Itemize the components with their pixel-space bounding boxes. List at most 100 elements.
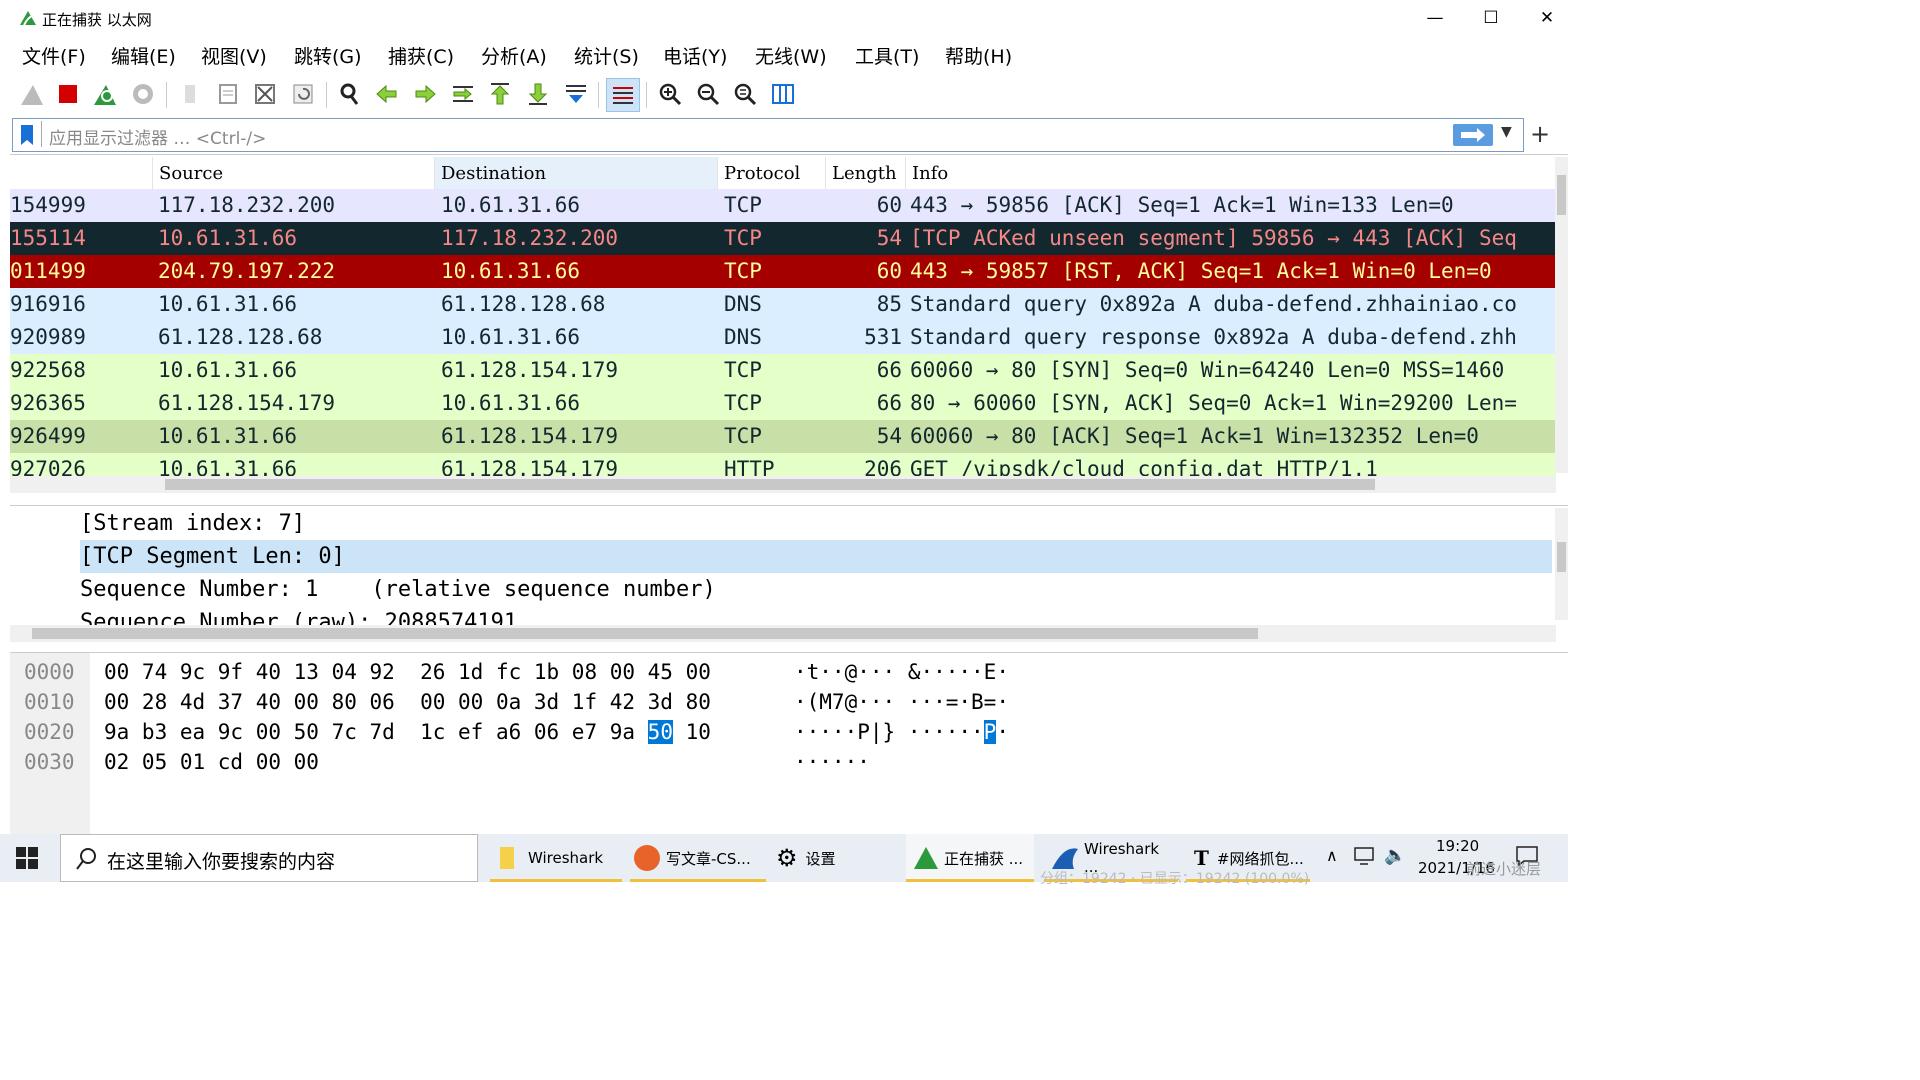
packet-row[interactable]: 926365 61.128.154.179 10.61.31.66 TCP 66 80 →… [10,387,1556,420]
go-forward-icon[interactable] [409,78,441,110]
zoom-out-icon[interactable] [692,78,724,110]
packet-cell-src: 117.18.232.200 [158,193,336,217]
volume-icon[interactable]: 🔈 [1384,845,1406,866]
apply-filter-arrow-icon[interactable] [1453,124,1493,146]
menu-tools[interactable]: 工具(T) [855,42,919,69]
go-first-packet-icon[interactable] [484,78,516,110]
packet-row[interactable]: 922568 10.61.31.66 61.128.154.179 TCP 66 6006… [10,354,1556,387]
col-no[interactable] [10,157,153,189]
menu-telephony[interactable]: 电话(Y) [663,42,727,69]
open-file-icon[interactable] [174,78,206,110]
packet-cell-proto: TCP [724,226,762,250]
task-label: 写文章-CS... [666,849,751,868]
taskbar-search-box[interactable]: 在这里输入你要搜索的内容 [60,834,478,882]
packet-cell-dst: 61.128.154.179 [441,358,619,382]
packet-row[interactable]: 155114 10.61.31.66 117.18.232.200 TCP 54 [TCP… [10,222,1556,255]
close-file-icon[interactable] [249,78,281,110]
main-toolbar [10,74,1568,114]
menu-wireless[interactable]: 无线(W) [755,42,827,69]
menu-statistics[interactable]: 统计(S) [574,42,639,69]
byte-ascii-row[interactable]: ·t··@··· &·····E· [794,657,1009,687]
menu-capture[interactable]: 捕获(C) [388,42,454,69]
packet-row[interactable]: 916916 10.61.31.66 61.128.128.68 DNS 85 Stand… [10,288,1556,321]
windows-start-icon[interactable] [16,847,38,873]
menu-help[interactable]: 帮助(H) [945,42,1012,69]
packet-cell-proto: DNS [724,292,762,316]
menu-file[interactable]: 文件(F) [22,42,86,69]
col-protocol[interactable]: Protocol [718,157,826,189]
packet-row[interactable]: 926499 10.61.31.66 61.128.154.179 TCP 54 6006… [10,420,1556,453]
stop-capture-icon[interactable] [52,78,84,110]
resize-columns-icon[interactable] [767,78,799,110]
packet-cell-src: 61.128.128.68 [158,325,323,349]
byte-hex-row[interactable]: 02 05 01 cd 00 00 [104,747,344,777]
details-hscroll[interactable] [10,625,1556,642]
capture-options-gear-icon[interactable] [127,78,159,110]
go-back-icon[interactable] [371,78,403,110]
packet-cell-info: Standard query 0x892a A duba-defend.zhha… [910,292,1517,316]
add-filter-button[interactable]: + [1530,120,1550,148]
packet-cell-time: 926365 [10,391,86,415]
col-info[interactable]: Info [906,157,1556,189]
packet-cell-dst: 61.128.128.68 [441,292,606,316]
packet-row[interactable]: 011499 204.79.197.222 10.61.31.66 TCP 60 443 … [10,255,1556,288]
packet-cell-time: 916916 [10,292,86,316]
taskbar-search-placeholder: 在这里输入你要搜索的内容 [107,851,336,873]
zoom-in-icon[interactable] [654,78,686,110]
find-packet-icon[interactable] [334,78,366,110]
col-destination[interactable]: Destination [435,157,718,189]
menu-analyze[interactable]: 分析(A) [481,42,547,69]
filter-input[interactable]: 应用显示过滤器 … <Ctrl-/> [49,124,266,149]
filter-dropdown-chevron-icon[interactable]: ▼ [1501,124,1512,140]
network-icon[interactable] [1354,846,1376,870]
packet-row[interactable]: 920989 61.128.128.68 10.61.31.66 DNS 531 Stan… [10,321,1556,354]
col-source[interactable]: Source [153,157,435,189]
byte-ascii-group: · [996,720,1009,744]
minimize-button[interactable]: — [1406,0,1464,36]
col-length[interactable]: Length [826,157,906,189]
task-settings[interactable]: ⚙ 设置 [770,834,890,882]
go-to-packet-icon[interactable] [447,78,479,110]
clock-time[interactable]: 19:20 [1436,837,1479,855]
reload-file-icon[interactable] [287,78,319,110]
packet-details-pane: [Stream index: 7] [TCP Segment Len: 0] S… [10,505,1568,646]
maximize-button[interactable]: ☐ [1462,0,1520,36]
byte-ascii-group: ·(M7@··· [794,690,896,714]
packet-list-hscroll[interactable] [10,476,1556,493]
go-last-packet-icon[interactable] [522,78,554,110]
save-file-icon[interactable] [212,78,244,110]
menu-go[interactable]: 跳转(G) [294,42,362,69]
byte-ascii-group: ······ [794,750,870,774]
detail-stream-index[interactable]: [Stream index: 7] [80,507,1552,540]
packet-row[interactable]: 154999 117.18.232.200 10.61.31.66 TCP 60 443 … [10,189,1556,222]
packet-cell-proto: DNS [724,325,762,349]
byte-hex-row[interactable]: 9a b3 ea 9c 00 50 7c 7d 1c ef a6 06 e7 9… [104,717,711,747]
wireshark-fin-icon [18,9,38,27]
watermark-text: 前进小迷层 [1466,860,1542,878]
colorize-list-icon[interactable] [606,78,640,112]
restart-capture-icon[interactable] [89,78,121,110]
task-wireshark-folder[interactable]: Wireshark [490,834,622,882]
zoom-normal-icon[interactable] [729,78,761,110]
packet-cell-src: 204.79.197.222 [158,259,336,283]
detail-tcp-segment-len[interactable]: [TCP Segment Len: 0] [80,540,1552,573]
close-button[interactable]: ✕ [1518,0,1576,36]
bookmark-icon[interactable] [19,124,35,150]
detail-sequence-number[interactable]: Sequence Number: 1 (relative sequence nu… [80,573,1552,606]
firefox-icon [634,845,660,871]
task-capturing[interactable]: 正在捕获 ... [906,834,1034,882]
byte-ascii-row[interactable]: ······ [794,747,883,777]
byte-ascii-row[interactable]: ·(M7@··· ···=·B=· [794,687,1009,717]
menu-edit[interactable]: 编辑(E) [111,42,176,69]
display-filter-bar[interactable]: 应用显示过滤器 … <Ctrl-/> ▼ [12,118,1524,152]
details-vscroll[interactable] [1555,508,1568,620]
byte-hex-row[interactable]: 00 28 4d 37 40 00 80 06 00 00 0a 3d 1f 4… [104,687,711,717]
auto-scroll-icon[interactable] [560,78,592,110]
byte-hex-row[interactable]: 00 74 9c 9f 40 13 04 92 26 1d fc 1b 08 0… [104,657,711,687]
byte-ascii-row[interactable]: ·····P|} ······P· [794,717,1009,747]
tray-chevron-up-icon[interactable]: ∧ [1326,846,1338,865]
menu-view[interactable]: 视图(V) [201,42,267,69]
packet-list-vscroll[interactable] [1555,157,1568,473]
task-firefox[interactable]: 写文章-CS... [630,834,766,882]
start-capture-icon[interactable] [16,78,48,110]
